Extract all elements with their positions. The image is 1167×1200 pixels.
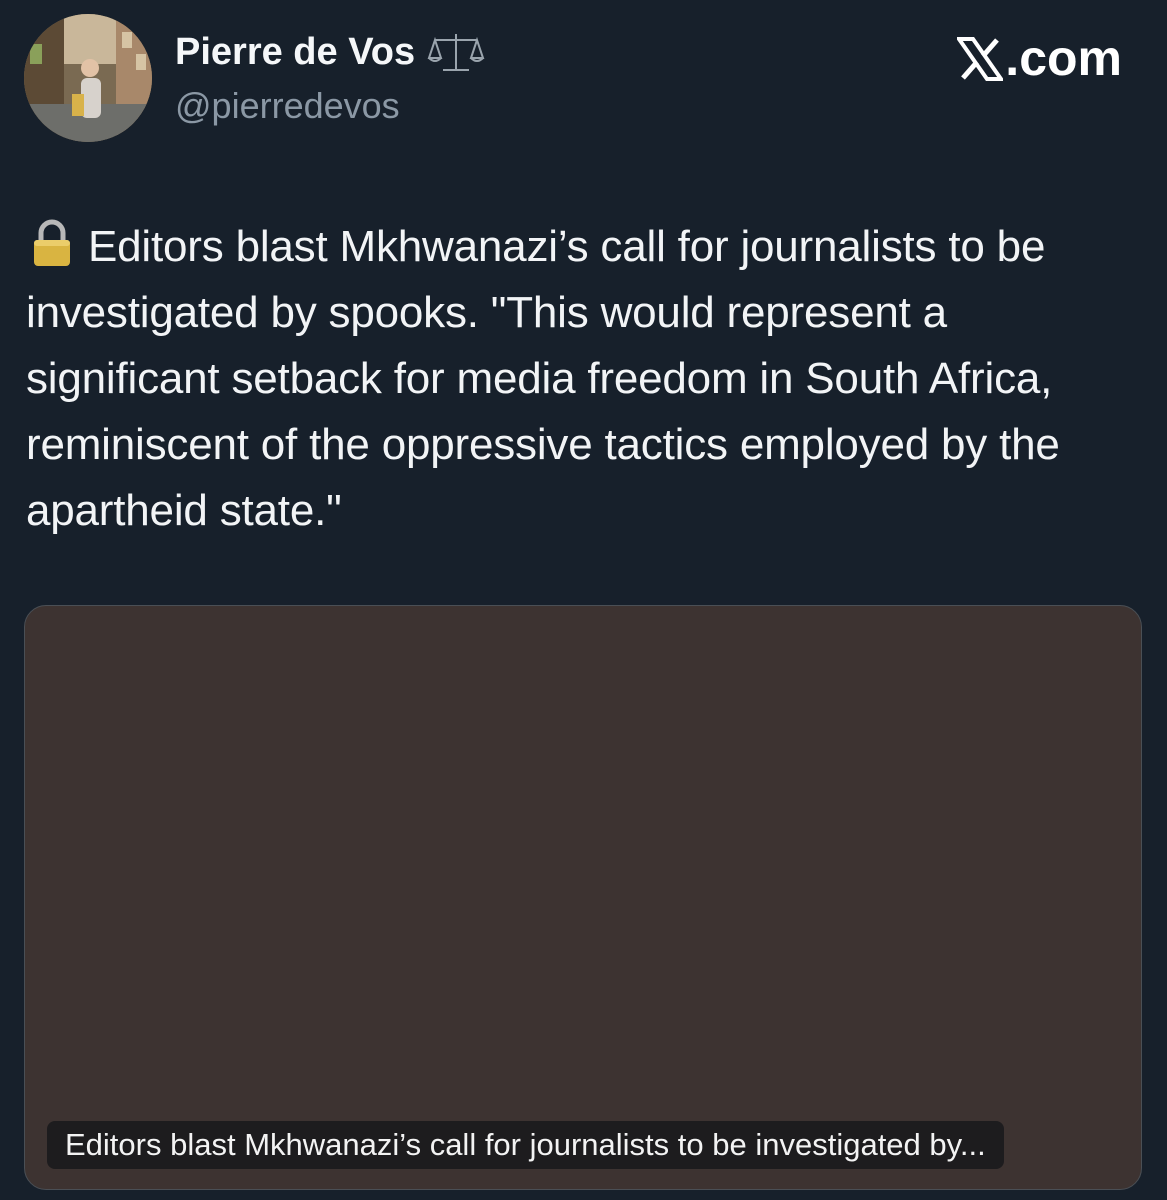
brand-site: .com xyxy=(1005,30,1122,86)
tweet-body: Editors blast Mkhwanazi’s call for journ… xyxy=(26,222,1060,535)
tweet-text: Editors blast Mkhwanazi’s call for journ… xyxy=(26,214,1141,544)
x-logo-icon xyxy=(955,36,1006,81)
link-preview-card[interactable]: Editors blast Mkhwanazi’s call for journ… xyxy=(24,605,1142,1190)
author-display-name: Pierre de Vos xyxy=(175,31,416,73)
tweet: Pierre de Vos @pierredevos .com Editors … xyxy=(0,0,1167,1200)
lock-icon xyxy=(26,217,78,269)
avatar-photo xyxy=(24,14,152,142)
author-handle[interactable]: @pierredevos xyxy=(175,84,400,128)
author-name[interactable]: Pierre de Vos xyxy=(175,30,485,74)
x-com-brand: .com xyxy=(955,30,1122,86)
avatar[interactable] xyxy=(24,14,152,142)
balance-scale-icon xyxy=(427,30,485,74)
link-card-caption[interactable]: Editors blast Mkhwanazi’s call for journ… xyxy=(47,1121,1004,1169)
